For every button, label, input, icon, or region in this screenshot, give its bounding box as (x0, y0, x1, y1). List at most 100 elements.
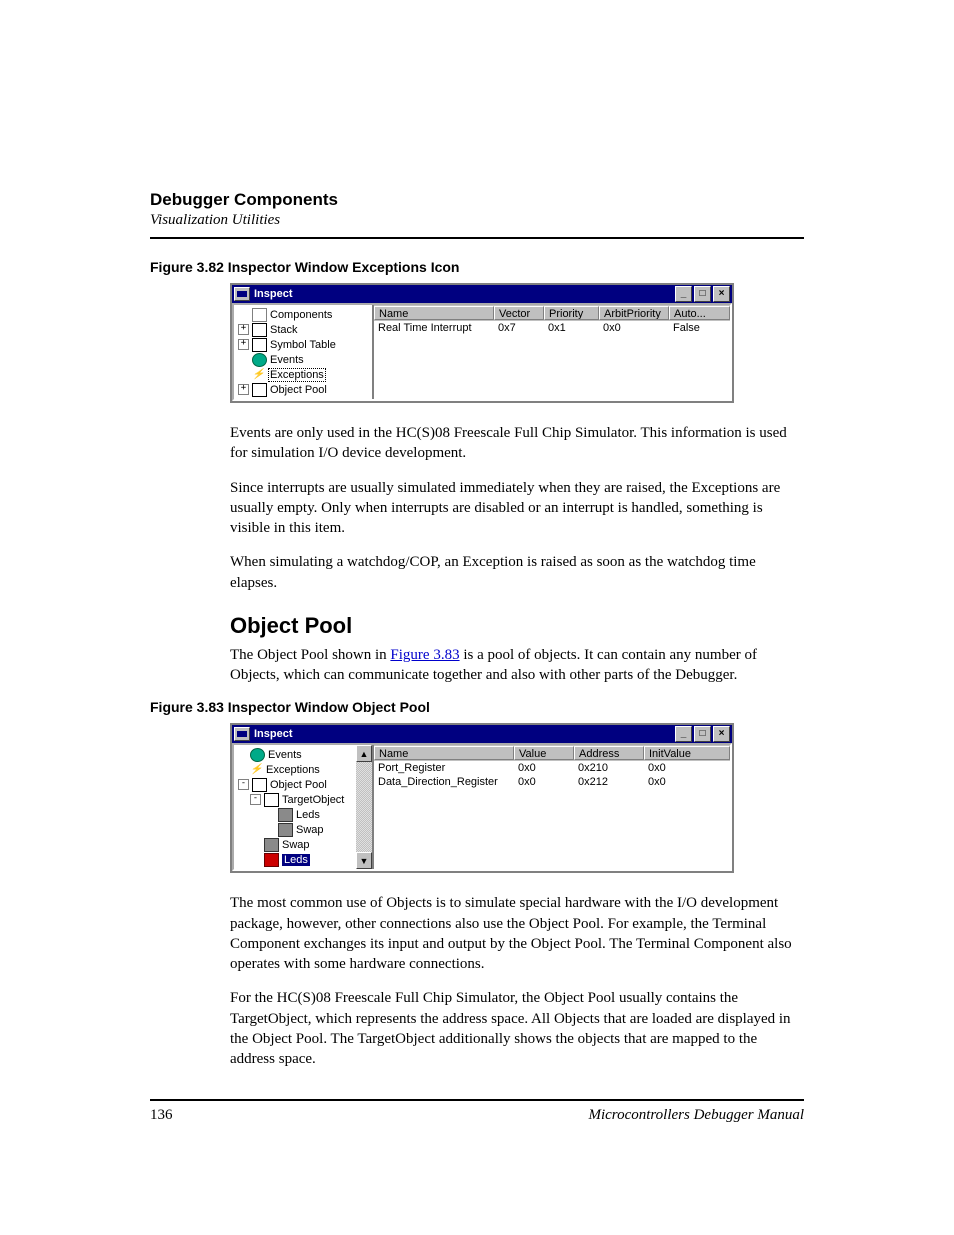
tree-item-symbol-table[interactable]: + Symbol Table (236, 337, 370, 352)
window-title: Inspect (254, 288, 673, 300)
footer-rule (150, 1099, 804, 1101)
collapse-icon[interactable]: - (238, 779, 249, 790)
tree-label: Events (270, 354, 304, 366)
scroll-down-button[interactable]: ▼ (356, 852, 372, 869)
cell-init: 0x0 (644, 761, 730, 775)
figure-83-link[interactable]: Figure 3.83 (390, 647, 459, 663)
table-icon (252, 338, 267, 352)
cell-address: 0x210 (574, 761, 644, 775)
stack-icon (252, 323, 267, 337)
tree-item-exceptions[interactable]: ⚡Exceptions (236, 762, 354, 777)
titlebar[interactable]: Inspect _ □ × (232, 725, 732, 743)
tree-item-events[interactable]: Events (236, 352, 370, 367)
scroll-up-button[interactable]: ▲ (356, 745, 372, 762)
titlebar[interactable]: Inspect _ □ × (232, 285, 732, 303)
maximize-button[interactable]: □ (694, 286, 711, 302)
close-button[interactable]: × (713, 286, 730, 302)
col-initvalue[interactable]: InitValue (644, 746, 730, 760)
cell-priority: 0x1 (544, 321, 599, 335)
tree-item-object-pool[interactable]: + Object Pool (236, 382, 370, 397)
heading-object-pool: Object Pool (230, 613, 804, 639)
tree-pane[interactable]: Components + Stack + Symbol Table Events ⚡… (234, 305, 374, 399)
tree-item-object-pool[interactable]: - Object Pool (236, 777, 354, 792)
tree-label: Symbol Table (270, 339, 336, 351)
minimize-button[interactable]: _ (675, 726, 692, 742)
para-watchdog: When simulating a watchdog/COP, an Excep… (150, 552, 804, 593)
expand-icon[interactable]: + (238, 324, 249, 335)
para-object-use: The most common use of Objects is to sim… (150, 893, 804, 974)
cell-name: Port_Register (374, 761, 514, 775)
tree-item-components[interactable]: Components (236, 307, 370, 322)
section-title: Debugger Components (150, 190, 804, 210)
tree-label: Object Pool (270, 384, 327, 396)
pool-icon (252, 383, 267, 397)
list-row[interactable]: Real Time Interrupt 0x7 0x1 0x0 False (374, 321, 730, 335)
col-name[interactable]: Name (374, 306, 494, 320)
inspector-window-exceptions: Inspect _ □ × Components + Stack + Symbol … (230, 283, 734, 403)
tree-label: Components (270, 309, 332, 321)
cell-name: Real Time Interrupt (374, 321, 494, 335)
expand-icon[interactable]: + (238, 339, 249, 350)
inspector-window-object-pool: Inspect _ □ × Events ⚡Exceptions -Object… (230, 723, 734, 873)
tree-label: Stack (270, 324, 298, 336)
window-title: Inspect (254, 728, 673, 740)
tree-label: Exceptions (268, 368, 326, 382)
list-row[interactable]: Port_Register 0x0 0x210 0x0 (374, 761, 730, 775)
tree-label: Swap (282, 839, 310, 851)
tree-label: TargetObject (282, 794, 344, 806)
tree-item-stack[interactable]: + Stack (236, 322, 370, 337)
manual-title: Microcontrollers Debugger Manual (588, 1107, 804, 1124)
tree-label: Leds (296, 809, 320, 821)
text-fragment: The Object Pool shown in (230, 647, 390, 663)
globe-icon (250, 748, 265, 762)
expand-icon[interactable]: + (238, 384, 249, 395)
system-menu-icon[interactable] (234, 727, 250, 741)
tree-item-target-object[interactable]: - TargetObject (236, 792, 354, 807)
minimize-button[interactable]: _ (675, 286, 692, 302)
scrollbar-vertical[interactable]: ▲ ▼ (356, 745, 372, 869)
tree-item-swap[interactable]: Swap (236, 822, 354, 837)
page-number: 136 (150, 1107, 173, 1124)
exception-icon: ⚡ (252, 369, 265, 381)
cell-vector: 0x7 (494, 321, 544, 335)
col-auto[interactable]: Auto... (669, 306, 730, 320)
figure-82-caption: Figure 3.82 Inspector Window Exceptions … (150, 259, 804, 275)
list-row[interactable]: Data_Direction_Register 0x0 0x212 0x0 (374, 775, 730, 789)
tree-item-events[interactable]: Events (236, 747, 354, 762)
header-rule (150, 237, 804, 239)
pool-icon (252, 778, 267, 792)
target-icon (264, 793, 279, 807)
chip-icon (278, 823, 293, 837)
figure-83-caption: Figure 3.83 Inspector Window Object Pool (150, 699, 804, 715)
folder-icon (252, 308, 267, 322)
tree-item-exceptions[interactable]: ⚡Exceptions (236, 367, 370, 382)
tree-label: Object Pool (270, 779, 327, 791)
col-arbit[interactable]: ArbitPriority (599, 306, 669, 320)
globe-icon (252, 353, 267, 367)
tree-label: Exceptions (266, 764, 320, 776)
list-header: Name Vector Priority ArbitPriority Auto.… (374, 305, 730, 321)
tree-label: Swap (296, 824, 324, 836)
cell-auto: False (669, 321, 730, 335)
col-value[interactable]: Value (514, 746, 574, 760)
list-pane[interactable]: Name Value Address InitValue Port_Regist… (374, 745, 730, 869)
tree-pane[interactable]: Events ⚡Exceptions -Object Pool -TargetO… (234, 745, 374, 869)
system-menu-icon[interactable] (234, 287, 250, 301)
chip-icon (264, 838, 279, 852)
maximize-button[interactable]: □ (694, 726, 711, 742)
col-vector[interactable]: Vector (494, 306, 544, 320)
cell-value: 0x0 (514, 761, 574, 775)
tree-item-leds-selected[interactable]: Leds (236, 852, 354, 867)
col-priority[interactable]: Priority (544, 306, 599, 320)
para-target-object: For the HC(S)08 Freescale Full Chip Simu… (150, 988, 804, 1069)
scroll-track[interactable] (356, 762, 372, 852)
collapse-icon[interactable]: - (250, 794, 261, 805)
tree-item-leds[interactable]: Leds (236, 807, 354, 822)
para-object-pool-intro: The Object Pool shown in Figure 3.83 is … (150, 645, 804, 686)
close-button[interactable]: × (713, 726, 730, 742)
list-pane[interactable]: Name Vector Priority ArbitPriority Auto.… (374, 305, 730, 399)
col-name[interactable]: Name (374, 746, 514, 760)
col-address[interactable]: Address (574, 746, 644, 760)
para-interrupts: Since interrupts are usually simulated i… (150, 478, 804, 539)
tree-item-swap[interactable]: Swap (236, 837, 354, 852)
